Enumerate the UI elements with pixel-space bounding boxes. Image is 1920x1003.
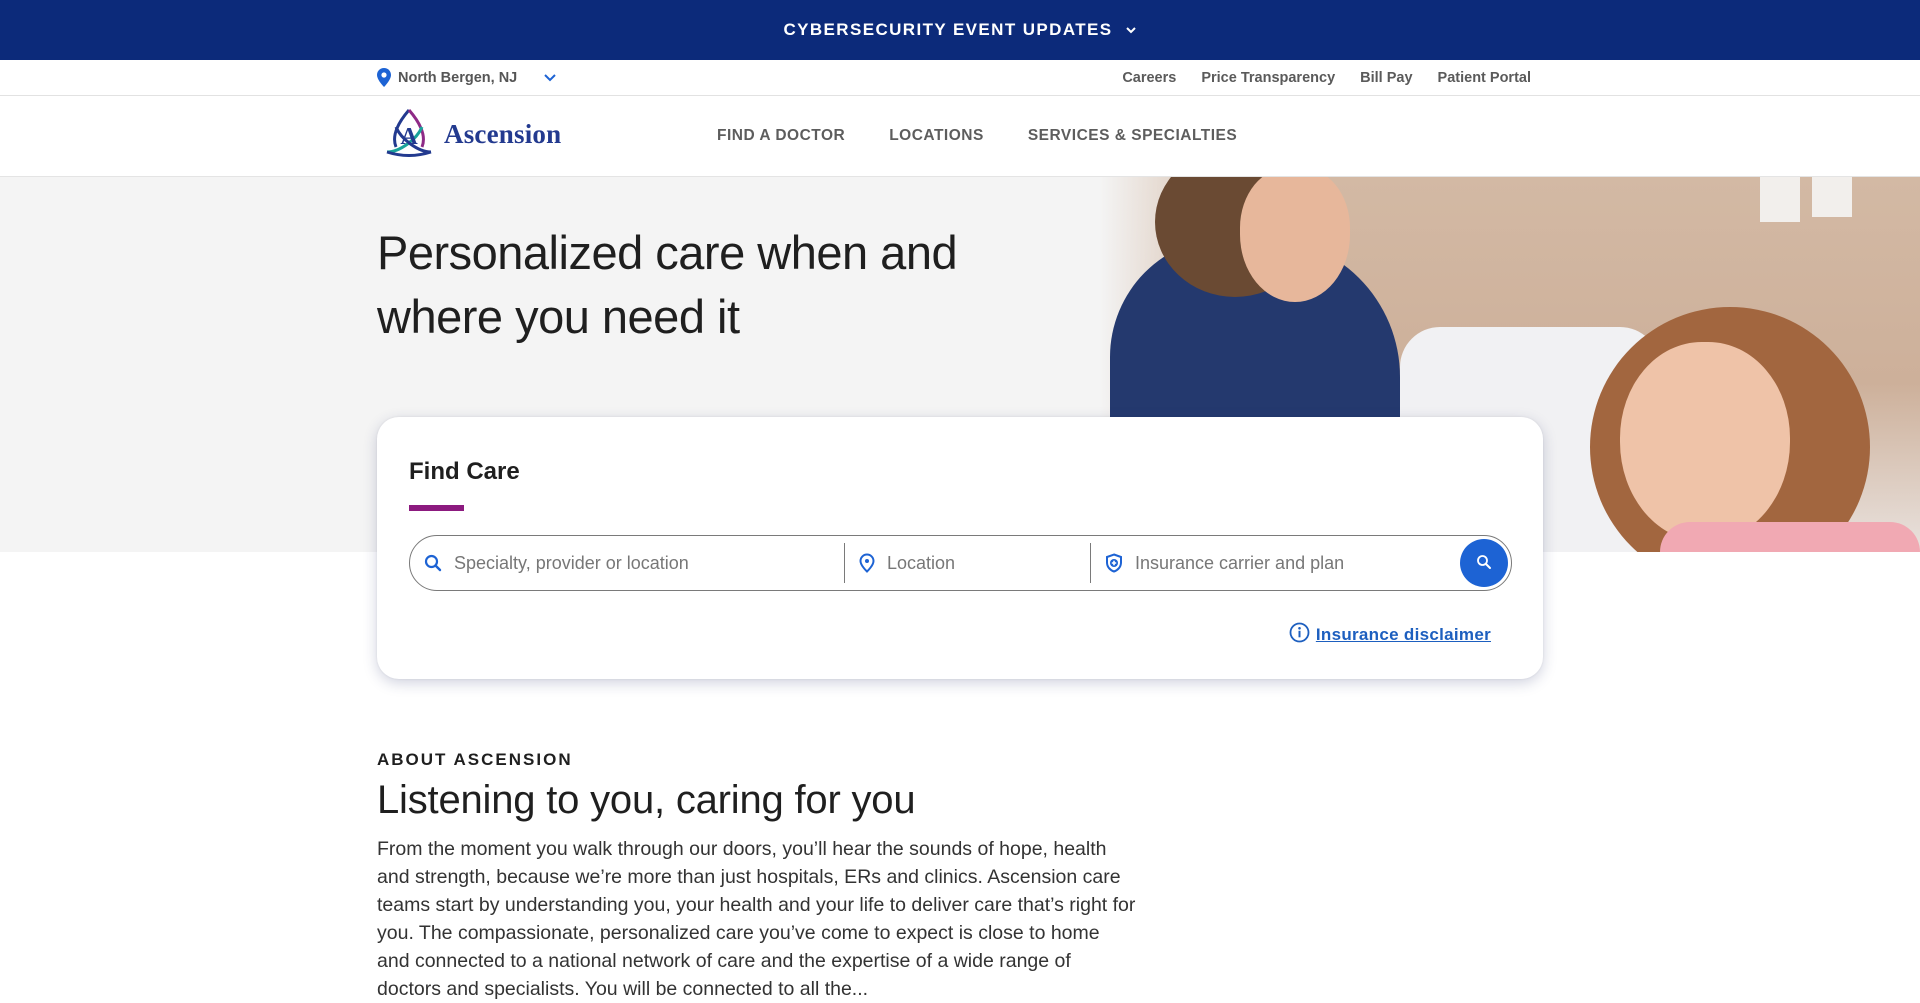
logo-wordmark: Ascension [444,119,562,149]
current-location-label: North Bergen, NJ [398,69,518,86]
nav-locations[interactable]: LOCATIONS [889,127,984,145]
ascension-logo[interactable]: A Ascension [382,107,561,162]
find-care-card: Find Care In [377,417,1543,679]
hero-image-gown [1660,522,1920,552]
hero-image-wall-frame [1760,177,1800,222]
about-title: Listening to you, caring for you [377,778,916,822]
find-care-search-bar [409,535,1512,591]
nav-services-specialties[interactable]: SERVICES & SPECIALTIES [1028,127,1237,145]
hero-title: Personalized care when and where you nee… [377,226,958,343]
main-navigation: A Ascension FIND A DOCTOR LOCATIONS SERV… [0,96,1920,177]
about-body: From the moment you walk through our doo… [377,838,1136,1000]
location-field [844,543,1090,583]
bill-pay-link[interactable]: Bill Pay [1360,70,1412,86]
svg-text:A: A [400,124,418,150]
search-icon [1476,554,1492,573]
search-icon [424,554,442,572]
primary-nav-links: FIND A DOCTOR LOCATIONS SERVICES & SPECI… [717,96,1237,176]
about-section: ABOUT ASCENSION Listening to you, caring… [377,750,1147,1003]
find-care-title: Find Care [409,458,520,485]
hero-image-wall-frame [1812,177,1852,217]
alert-bar-label: CYBERSECURITY EVENT UPDATES [783,20,1113,39]
price-transparency-link[interactable]: Price Transparency [1201,70,1335,86]
shield-plus-icon [1105,553,1123,573]
patient-portal-link[interactable]: Patient Portal [1438,70,1531,86]
location-input[interactable] [887,543,1077,583]
insurance-input[interactable] [1135,543,1455,583]
nav-find-a-doctor[interactable]: FIND A DOCTOR [717,127,845,145]
about-eyebrow: ABOUT ASCENSION [377,750,573,769]
chevron-down-icon [1125,26,1137,34]
chevron-down-icon[interactable] [543,73,557,82]
insurance-disclaimer-link[interactable]: Insurance disclaimer [1289,622,1491,648]
map-pin-icon [859,553,875,573]
utility-links: Careers Price Transparency Bill Pay Pati… [1122,70,1531,86]
search-button[interactable] [1460,539,1508,587]
specialty-field [410,536,844,590]
insurance-field [1090,543,1511,583]
insurance-disclaimer-label: Insurance disclaimer [1315,625,1491,644]
careers-link[interactable]: Careers [1122,70,1176,86]
location-selector[interactable]: North Bergen, NJ [377,68,557,87]
cybersecurity-alert-bar[interactable]: CYBERSECURITY EVENT UPDATES [0,0,1920,60]
map-pin-icon [377,68,391,87]
utility-bar: North Bergen, NJ Careers Price Transpare… [0,60,1920,96]
info-icon [1289,622,1310,648]
title-accent-rule [409,505,464,511]
hero-image-girl-face [1620,342,1790,542]
specialty-input[interactable] [454,536,824,590]
ascension-trinity-logo-icon: A [382,107,436,162]
